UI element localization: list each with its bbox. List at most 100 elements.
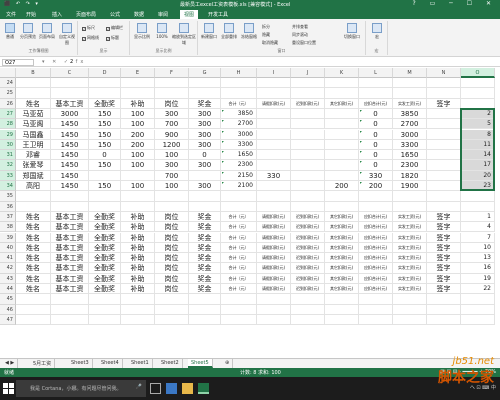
cell[interactable]: 合计（元）	[221, 284, 257, 295]
cell[interactable]: 100	[155, 181, 189, 192]
cell[interactable]	[121, 294, 155, 305]
cell[interactable]: 合计（元）	[221, 98, 257, 109]
cell[interactable]: 3850	[221, 108, 257, 120]
row-header[interactable]: 34	[0, 181, 16, 192]
cell[interactable]: 请假扣款(元)	[257, 284, 291, 295]
ribbon-tab[interactable]: 公式	[106, 10, 124, 19]
cell[interactable]	[221, 191, 257, 202]
cell[interactable]	[427, 191, 461, 202]
cell[interactable]: 奖金	[189, 263, 221, 274]
cell[interactable]: 300	[155, 160, 189, 171]
cell[interactable]: 2300	[393, 160, 427, 171]
cell[interactable]	[257, 78, 291, 89]
cell[interactable]: 其它扣款(元)	[325, 253, 359, 264]
cell[interactable]: 100	[121, 160, 155, 171]
cell[interactable]: 姓名	[16, 253, 51, 264]
cell[interactable]	[291, 139, 325, 151]
sheet-tab[interactable]: 5月工资	[30, 359, 56, 368]
cell[interactable]: 330	[257, 170, 291, 181]
cell[interactable]: 300	[189, 139, 221, 151]
cell[interactable]: 岗位	[155, 273, 189, 284]
cell[interactable]: 签字	[427, 242, 461, 254]
cell[interactable]: 330	[359, 170, 393, 181]
cell[interactable]	[257, 119, 291, 130]
cell[interactable]	[325, 160, 359, 171]
cell[interactable]	[16, 78, 51, 89]
cell[interactable]	[461, 201, 495, 212]
page-layout-button[interactable]: 页面布局	[38, 23, 56, 40]
cell[interactable]	[257, 88, 291, 99]
cell[interactable]: 合计（元）	[221, 273, 257, 284]
cell[interactable]: 基本工资	[51, 222, 89, 233]
cortana-search-box[interactable]: 我是 Cortana，小娜。有问题尽管问我。 🎤	[16, 380, 146, 397]
ribbon-tab[interactable]: 页面布局	[72, 10, 100, 19]
cell[interactable]: 应扣合计(元)	[359, 273, 393, 284]
cell[interactable]: 300	[189, 181, 221, 192]
cell[interactable]: 2150	[221, 170, 257, 181]
add-sheet-icon[interactable]: ⊕	[222, 359, 234, 368]
cell[interactable]: 岗位	[155, 232, 189, 243]
cell[interactable]	[291, 78, 325, 89]
cell[interactable]	[51, 201, 89, 212]
cell[interactable]: 迟到扣款(元)	[291, 253, 325, 264]
row-header[interactable]: 46	[0, 304, 16, 315]
cell[interactable]	[257, 191, 291, 202]
cell[interactable]	[325, 139, 359, 151]
cell[interactable]	[257, 304, 291, 315]
cell[interactable]: 补助	[121, 211, 155, 223]
formula-bar-checkbox[interactable]: ✓编辑栏	[106, 25, 123, 31]
row-header[interactable]: 42	[0, 263, 16, 274]
cell[interactable]: 迟到扣款(元)	[291, 263, 325, 274]
cell[interactable]: 奖金	[189, 222, 221, 233]
zoom-100-button[interactable]: 100%	[154, 23, 170, 39]
cell[interactable]	[257, 150, 291, 161]
cell[interactable]: 迟到扣款(元)	[291, 232, 325, 243]
cell[interactable]: 岗位	[155, 98, 189, 109]
cell[interactable]	[359, 304, 393, 315]
cell[interactable]	[461, 78, 495, 89]
cell[interactable]: 姓名	[16, 222, 51, 233]
cell[interactable]: 应扣合计(元)	[359, 211, 393, 223]
cell[interactable]: 1820	[393, 170, 427, 181]
sheet-tab[interactable]: Sheet3	[68, 359, 93, 368]
row-header[interactable]: 47	[0, 314, 16, 326]
cell[interactable]: 岗位	[155, 253, 189, 264]
cell[interactable]	[221, 294, 257, 305]
cell[interactable]: 实发工资(元)	[393, 284, 427, 295]
cell[interactable]: 1650	[393, 150, 427, 161]
sheet-tab[interactable]: Sheet4	[98, 359, 123, 368]
unhide-button[interactable]: 取消隐藏	[262, 40, 278, 46]
cell[interactable]	[121, 314, 155, 326]
row-header[interactable]: 24	[0, 78, 16, 89]
cell[interactable]	[461, 304, 495, 315]
cell[interactable]: 签字	[427, 263, 461, 274]
cell[interactable]: 1450	[51, 139, 89, 151]
ribbon-tab[interactable]: 插入	[48, 10, 66, 19]
cell[interactable]	[221, 304, 257, 315]
column-header[interactable]: N	[427, 68, 461, 78]
cell[interactable]: 合计（元）	[221, 253, 257, 264]
column-header[interactable]: F	[155, 68, 189, 78]
cell[interactable]: 实发工资(元)	[393, 211, 427, 223]
ribbon-tab[interactable]: 开始	[22, 10, 40, 19]
cell[interactable]	[461, 88, 495, 99]
cell[interactable]: 3850	[393, 108, 427, 120]
cell[interactable]: 实发工资(元)	[393, 98, 427, 109]
cell[interactable]	[427, 119, 461, 130]
cell[interactable]: 0	[359, 119, 393, 130]
cell[interactable]: 合计（元）	[221, 232, 257, 243]
cell[interactable]: 1	[461, 211, 495, 223]
cell[interactable]: 1450	[51, 150, 89, 161]
cell[interactable]: 请假扣款(元)	[257, 263, 291, 274]
row-header[interactable]: 26	[0, 98, 16, 109]
cell[interactable]	[427, 294, 461, 305]
cell[interactable]: 岗位	[155, 211, 189, 223]
cell[interactable]: 基本工资	[51, 284, 89, 295]
cell[interactable]: 其它扣款(元)	[325, 98, 359, 109]
cell[interactable]	[359, 314, 393, 326]
cell[interactable]	[325, 108, 359, 120]
cell[interactable]	[257, 108, 291, 120]
zoom-to-selection-button[interactable]: 缩放到选定区域	[172, 23, 196, 46]
cell[interactable]: 迟到扣款(元)	[291, 284, 325, 295]
cell[interactable]: 奖金	[189, 242, 221, 254]
